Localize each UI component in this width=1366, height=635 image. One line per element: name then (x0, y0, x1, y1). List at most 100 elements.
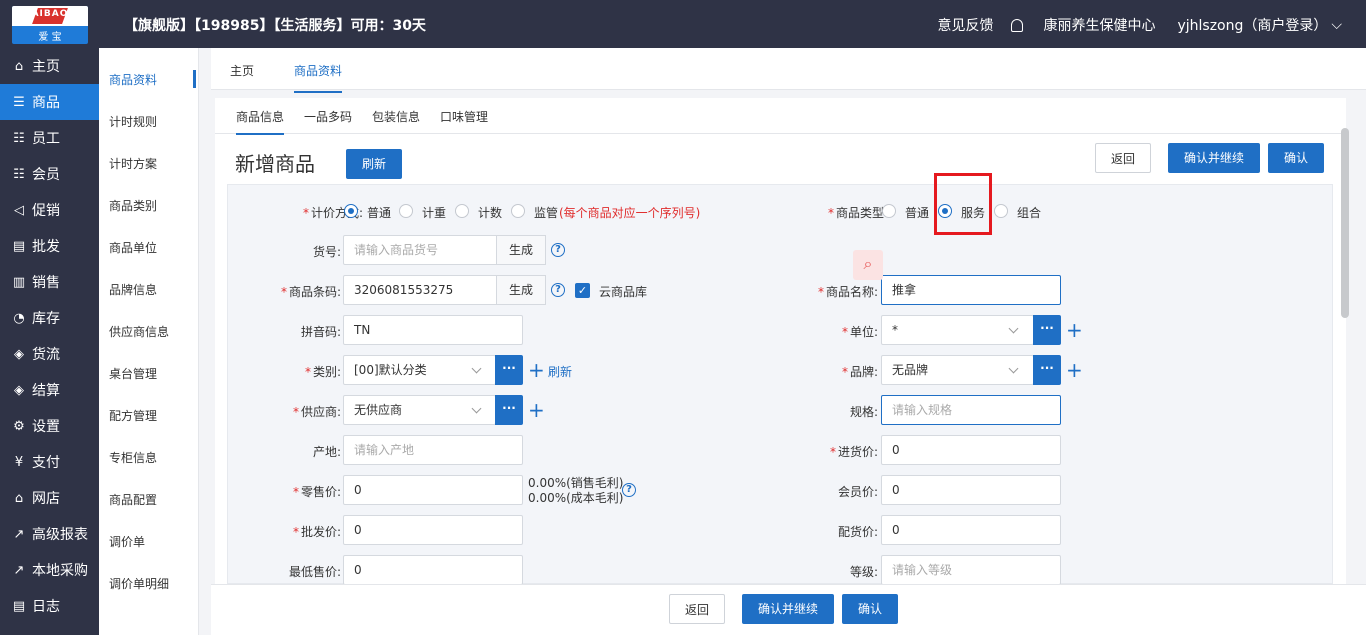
subnav-item-config[interactable]: 商品配置 (99, 478, 198, 520)
generate-barcode-button[interactable]: 生成 (496, 275, 546, 305)
help-icon[interactable]: ? (551, 243, 565, 257)
user-menu[interactable]: yjhlszong（商户登录） (1177, 15, 1327, 35)
origin-input[interactable]: 请输入产地 (343, 435, 523, 465)
category-more-button[interactable]: ··· (495, 355, 523, 385)
add-supplier-icon[interactable]: + (528, 400, 545, 420)
pricing-regulated-note: (每个商品对应一个序列号) (559, 206, 701, 220)
back-button[interactable]: 返回 (1095, 143, 1151, 173)
subnav-item-counter[interactable]: 专柜信息 (99, 436, 198, 478)
sku-label: 货号: (312, 245, 341, 259)
tab-home[interactable]: 主页 (230, 62, 254, 79)
nav-item-local-purchase[interactable]: ↗ 本地采购 (0, 552, 99, 588)
search-icon: ⌕ (853, 250, 883, 280)
barcode-input[interactable]: 3206081553275 (343, 275, 498, 305)
type-normal-label: 普通 (905, 206, 930, 220)
member-icon: ☷ (13, 166, 25, 182)
nav-item-promotion[interactable]: ◁ 促销 (0, 192, 99, 228)
purchase-price-input[interactable]: 0 (881, 435, 1061, 465)
tab-product-details[interactable]: 商品信息 (236, 108, 285, 135)
subnav-item-timing-plan[interactable]: 计时方案 (99, 142, 198, 184)
subnav-item-price-adjust[interactable]: 调价单 (99, 520, 198, 562)
yen-icon: ¥ (14, 454, 24, 470)
nav-item-inventory[interactable]: ◔ 库存 (0, 300, 99, 336)
pinyin-input[interactable]: TN (343, 315, 523, 345)
generate-sku-button[interactable]: 生成 (496, 235, 546, 265)
add-unit-icon[interactable]: + (1066, 320, 1083, 340)
type-combo-radio[interactable] (994, 204, 1008, 218)
name-label: * 商品名称: (817, 285, 878, 299)
help-icon[interactable]: ? (622, 483, 636, 497)
nav-item-home[interactable]: ⌂ 主页 (0, 48, 99, 84)
refresh-button[interactable]: 刷新 (346, 149, 402, 179)
subnav-item-recipe[interactable]: 配方管理 (99, 394, 198, 436)
unit-more-button[interactable]: ··· (1033, 315, 1061, 345)
tab-product-info[interactable]: 商品资料 (294, 62, 343, 93)
chevron-down-icon[interactable]: ⌵ (1331, 17, 1342, 33)
supplier-more-button[interactable]: ··· (495, 395, 523, 425)
type-normal-radio[interactable] (882, 204, 896, 218)
retail-price-input[interactable]: 0 (343, 475, 523, 505)
nav-item-reports[interactable]: ↗ 高级报表 (0, 516, 99, 552)
nav-item-logistics[interactable]: ◈ 货流 (0, 336, 99, 372)
nav-label: 网店 (32, 491, 60, 507)
logo-area[interactable]: AIBAO 爱 宝 (0, 0, 99, 48)
nav-item-staff[interactable]: ☷ 员工 (0, 120, 99, 156)
pricing-weight-radio[interactable] (399, 204, 413, 218)
distribution-price-input[interactable]: 0 (881, 515, 1061, 545)
subnav-item-price-adjust-detail[interactable]: 调价单明细 (99, 562, 198, 604)
nav-item-log[interactable]: ▤ 日志 (0, 588, 99, 624)
add-brand-icon[interactable]: + (1066, 360, 1083, 380)
nav-label: 高级报表 (32, 527, 88, 543)
pinyin-label: 拼音码: (300, 325, 341, 339)
type-label: * 商品类型: (827, 206, 888, 220)
nav-item-member[interactable]: ☷ 会员 (0, 156, 99, 192)
confirm-button[interactable]: 确认 (1268, 143, 1324, 173)
member-price-input[interactable]: 0 (881, 475, 1061, 505)
top-bar: AIBAO 爱 宝 【旗舰版】【198985】【生活服务】可用：30天 意见反馈… (0, 0, 1366, 48)
sku-input[interactable]: 请输入商品货号 (343, 235, 498, 265)
footer-confirm-continue-button[interactable]: 确认并继续 (742, 594, 834, 624)
scrollbar[interactable] (1341, 128, 1349, 318)
brand-more-button[interactable]: ··· (1033, 355, 1061, 385)
min-price-input[interactable]: 0 (343, 555, 523, 584)
bell-icon[interactable] (1011, 18, 1024, 32)
product-form: * 计价方式: 普通 计重 计数 监管 (每个商品对应一个序列号) * 商品类型: … (227, 173, 1333, 584)
nav-label: 商品 (32, 95, 60, 111)
subnav-item-table[interactable]: 桌台管理 (99, 352, 198, 394)
help-icon[interactable]: ? (551, 283, 565, 297)
pricing-regulated-radio[interactable] (511, 204, 525, 218)
type-combo-label: 组合 (1017, 206, 1042, 220)
tab-flavor[interactable]: 口味管理 (440, 108, 488, 125)
nav-item-sales[interactable]: ▥ 销售 (0, 264, 99, 300)
name-input[interactable]: 推拿 (881, 275, 1061, 305)
subnav-item-category[interactable]: 商品类别 (99, 184, 198, 226)
footer-confirm-button[interactable]: 确认 (842, 594, 898, 624)
subnav-item-timing-rules[interactable]: 计时规则 (99, 100, 198, 142)
feedback-link[interactable]: 意见反馈 (937, 15, 993, 35)
store-name[interactable]: 康丽养生保健中心 (1043, 15, 1155, 35)
subnav-item-unit[interactable]: 商品单位 (99, 226, 198, 268)
add-category-icon[interactable]: + (528, 360, 545, 380)
pricing-normal-radio[interactable] (344, 204, 358, 218)
subnav-item-supplier[interactable]: 供应商信息 (99, 310, 198, 352)
category-refresh-link[interactable]: 刷新 (548, 363, 572, 380)
spec-input[interactable]: 请输入规格 (881, 395, 1061, 425)
cloud-library-checkbox[interactable]: ✓ (575, 283, 590, 298)
nav-label: 库存 (32, 311, 60, 327)
member-price-label: 会员价: (837, 485, 878, 499)
nav-item-shop[interactable]: ⌂ 网店 (0, 480, 99, 516)
pricing-count-radio[interactable] (455, 204, 469, 218)
confirm-continue-button[interactable]: 确认并继续 (1168, 143, 1260, 173)
nav-item-goods[interactable]: ☰ 商品 (0, 84, 99, 120)
tab-packaging[interactable]: 包装信息 (372, 108, 420, 125)
nav-item-settlement[interactable]: ◈ 结算 (0, 372, 99, 408)
subnav-item-product-info[interactable]: 商品资料 (99, 58, 198, 100)
grade-input[interactable]: 请输入等级 (881, 555, 1061, 584)
nav-item-settings[interactable]: ⚙ 设置 (0, 408, 99, 444)
footer-back-button[interactable]: 返回 (669, 594, 725, 624)
nav-item-wholesale[interactable]: ▤ 批发 (0, 228, 99, 264)
tab-multi-code[interactable]: 一品多码 (304, 108, 352, 125)
wholesale-price-input[interactable]: 0 (343, 515, 523, 545)
subnav-item-brand[interactable]: 品牌信息 (99, 268, 198, 310)
nav-item-payment[interactable]: ¥ 支付 (0, 444, 99, 480)
